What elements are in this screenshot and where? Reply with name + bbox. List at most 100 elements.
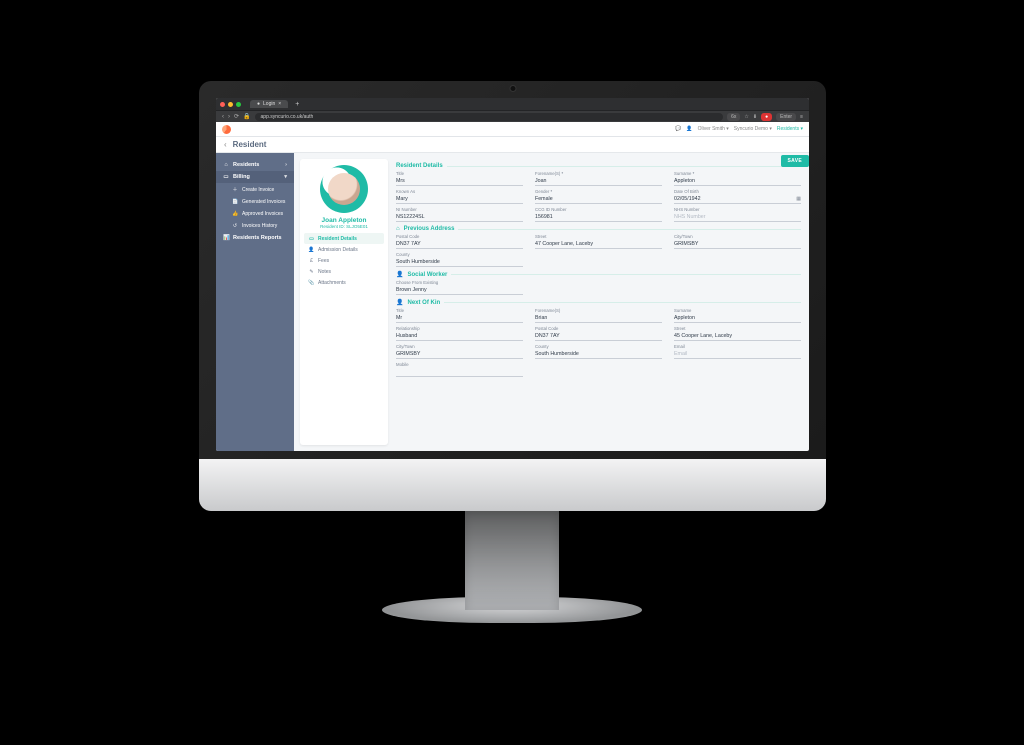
- enter-button[interactable]: Enter: [776, 113, 796, 121]
- sidebar-label: Invoices History: [242, 223, 277, 229]
- maximize-window-icon[interactable]: [236, 102, 241, 107]
- input-nok-street[interactable]: [674, 332, 801, 341]
- topbar-scope[interactable]: Residents: [777, 126, 803, 132]
- input-nok-postal[interactable]: [535, 332, 662, 341]
- input-nok-county[interactable]: [535, 350, 662, 359]
- new-tab-button[interactable]: +: [291, 101, 303, 108]
- browser-tabbar: ● Login × +: [216, 98, 809, 110]
- input-forename[interactable]: [535, 177, 662, 186]
- plus-doc-icon: ＋: [232, 186, 238, 193]
- form-area: SAVE Resident Details Title Forename(S) …: [394, 153, 809, 451]
- input-prev-city[interactable]: [674, 240, 801, 249]
- address-bar[interactable]: app.syncurio.co.uk/auth: [255, 113, 724, 121]
- minimize-window-icon[interactable]: [228, 102, 233, 107]
- input-gender[interactable]: [535, 195, 662, 204]
- label: CCG ID Number: [535, 207, 662, 212]
- extension-badge[interactable]: ●: [761, 113, 772, 121]
- sidebar-item-invoices-history[interactable]: ↺ Invoices History: [216, 220, 294, 232]
- input-nhs[interactable]: [674, 213, 801, 222]
- tab-attachments[interactable]: 📎Attachments: [304, 277, 384, 288]
- field-surname: Surname: [674, 171, 801, 186]
- field-title: Title: [396, 171, 523, 186]
- input-nok-forename[interactable]: [535, 314, 662, 323]
- input-nok-surname[interactable]: [674, 314, 801, 323]
- monitor-frame: ● Login × + ‹ › ⟳ 🔒 app.syncurio.co.uk/a…: [199, 81, 826, 511]
- label: Forename(S): [535, 308, 662, 313]
- topbar-user[interactable]: Oliver Smith: [698, 126, 729, 132]
- label: County: [535, 344, 662, 349]
- field-nhs: NHS Number: [674, 207, 801, 222]
- sidebar-label: Residents: [233, 162, 259, 168]
- input-prev-street[interactable]: [535, 240, 662, 249]
- input-nok-email[interactable]: [674, 350, 801, 359]
- resident-card: Joan Appleton Resident ID: SLJO5E01 ▭Res…: [300, 159, 388, 445]
- field-dob: Date Of Birth▦: [674, 189, 801, 204]
- input-surname[interactable]: [674, 177, 801, 186]
- label: Street: [674, 326, 801, 331]
- browser-tab[interactable]: ● Login ×: [250, 100, 288, 108]
- label: County: [396, 252, 523, 257]
- save-button[interactable]: SAVE: [781, 155, 809, 167]
- window-controls[interactable]: [220, 102, 241, 107]
- forward-icon[interactable]: ›: [228, 114, 230, 120]
- monitor-chin: [199, 459, 826, 511]
- tab-admission-details[interactable]: 👤Admission Details: [304, 244, 384, 255]
- sidebar-item-billing[interactable]: ▭ Billing ▾: [216, 171, 294, 183]
- menu-icon[interactable]: ≡: [800, 114, 803, 120]
- input-ni[interactable]: [396, 213, 523, 222]
- sidebar-item-residents[interactable]: ⌂ Residents ›: [216, 159, 294, 171]
- field-nok-city: City/Town: [396, 344, 523, 359]
- sidebar-label: Approved Invoices: [242, 211, 283, 217]
- input-title[interactable]: [396, 177, 523, 186]
- input-nok-rel[interactable]: [396, 332, 523, 341]
- details-icon: ▭: [308, 236, 315, 242]
- input-prev-postal[interactable]: [396, 240, 523, 249]
- chat-icon[interactable]: 💬: [675, 126, 681, 132]
- star-icon[interactable]: ☆: [744, 114, 748, 120]
- sidebar-item-create-invoice[interactable]: ＋ Create Invoice: [216, 183, 294, 196]
- zoom-pill[interactable]: 6x: [727, 113, 740, 121]
- input-ccg[interactable]: [535, 213, 662, 222]
- input-known-as[interactable]: [396, 195, 523, 204]
- label: NI Number: [396, 207, 523, 212]
- tab-label: Fees: [318, 258, 329, 264]
- input-nok-city[interactable]: [396, 350, 523, 359]
- chevron-right-icon: ›: [285, 162, 287, 168]
- reload-icon[interactable]: ⟳: [234, 113, 239, 120]
- user-icon: 👤: [686, 126, 692, 132]
- home-icon: ⌂: [396, 226, 400, 232]
- sidebar: ⌂ Residents › ▭ Billing ▾ ＋ Create Invoi…: [216, 153, 294, 451]
- label: Gender: [535, 189, 662, 194]
- label: Street: [535, 234, 662, 239]
- input-social-worker[interactable]: [396, 286, 523, 295]
- label: Postal Code: [396, 234, 523, 239]
- tab-close-icon[interactable]: ×: [278, 101, 281, 107]
- avatar-photo: [328, 173, 360, 205]
- browser-chrome: ● Login × + ‹ › ⟳ 🔒 app.syncurio.co.uk/a…: [216, 98, 809, 122]
- sidebar-label: Generated Invoices: [242, 199, 285, 205]
- calendar-icon[interactable]: ▦: [796, 196, 801, 202]
- tab-resident-details[interactable]: ▭Resident Details: [304, 233, 384, 244]
- app-logo[interactable]: [222, 125, 231, 134]
- chevron-down-icon: ▾: [284, 174, 287, 180]
- label: Forename(S): [535, 171, 662, 176]
- input-nok-title[interactable]: [396, 314, 523, 323]
- download-icon[interactable]: ⬇: [753, 114, 757, 120]
- tab-fees[interactable]: £Fees: [304, 255, 384, 266]
- close-window-icon[interactable]: [220, 102, 225, 107]
- field-prev-county: County: [396, 252, 523, 267]
- input-dob[interactable]: [674, 195, 801, 204]
- sidebar-item-approved-invoices[interactable]: 👍 Approved Invoices: [216, 208, 294, 220]
- back-button[interactable]: ‹: [224, 140, 227, 149]
- input-nok-mobile[interactable]: [396, 368, 523, 377]
- section-label: Next Of Kin: [407, 300, 440, 306]
- input-prev-county[interactable]: [396, 258, 523, 267]
- sidebar-item-residents-reports[interactable]: 📊 Residents Reports: [216, 232, 294, 244]
- sidebar-label: Billing: [233, 174, 250, 180]
- topbar-org[interactable]: Syncurio Demo: [734, 126, 772, 132]
- section-previous-address: ⌂ Previous Address: [396, 226, 801, 232]
- sidebar-item-generated-invoices[interactable]: 📄 Generated Invoices: [216, 196, 294, 208]
- back-icon[interactable]: ‹: [222, 114, 224, 120]
- tab-notes[interactable]: ✎Notes: [304, 266, 384, 277]
- field-nok-forename: Forename(S): [535, 308, 662, 323]
